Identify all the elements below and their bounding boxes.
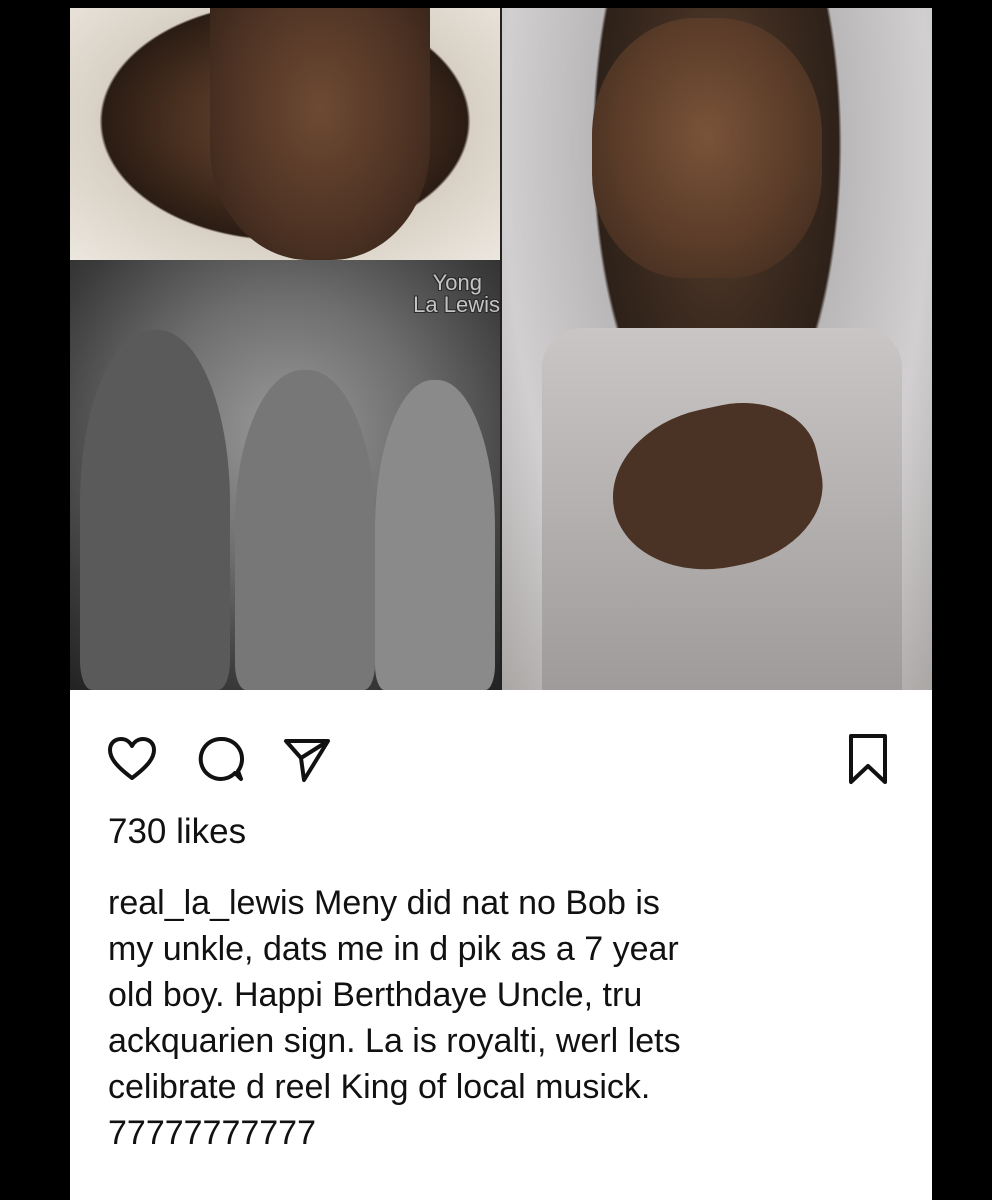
photo-caption-overlay: Yong La Lewis [340, 272, 500, 316]
caption-line-3: old boy. Happi Berthdaye Uncle, tru [108, 976, 643, 1014]
post-caption: real_la_lewis Meny did nat no Bob is my … [108, 880, 898, 1156]
figure-right [375, 380, 495, 690]
photo-man-closeup [70, 8, 500, 260]
photo-collage[interactable]: Yong La Lewis [70, 8, 932, 690]
send-icon[interactable] [282, 736, 332, 789]
likes-count[interactable]: 730 likes [108, 812, 246, 852]
photo-group-vintage: Yong La Lewis [70, 260, 500, 690]
caption-line-4: ackquarien sign. La is royalti, werl let… [108, 1022, 681, 1060]
figure-left [80, 330, 230, 690]
caption-line-5: celibrate d reel King of local musick. [108, 1068, 651, 1106]
caption-line-1: real_la_lewis Meny did nat no Bob is [108, 880, 898, 926]
photo-label-line2: La Lewis [413, 292, 500, 317]
instagram-post: Yong La Lewis 730 likes real_la_lewis Me… [70, 8, 932, 1200]
bookmark-icon[interactable] [846, 732, 890, 791]
photo-label-line1: Yong [432, 270, 482, 295]
figure-center [235, 370, 375, 690]
photo-man-hand-on-chest [502, 8, 932, 690]
caption-text: Meny did nat no Bob is [304, 884, 660, 922]
comment-icon[interactable] [196, 734, 246, 789]
face-shape [210, 8, 430, 260]
face-shape [592, 18, 822, 278]
heart-icon[interactable] [106, 736, 158, 787]
action-bar [70, 720, 932, 790]
caption-username[interactable]: real_la_lewis [108, 884, 305, 922]
caption-line-6: 77777777777 [108, 1114, 317, 1152]
caption-line-2: my unkle, dats me in d pik as a 7 year [108, 930, 679, 968]
